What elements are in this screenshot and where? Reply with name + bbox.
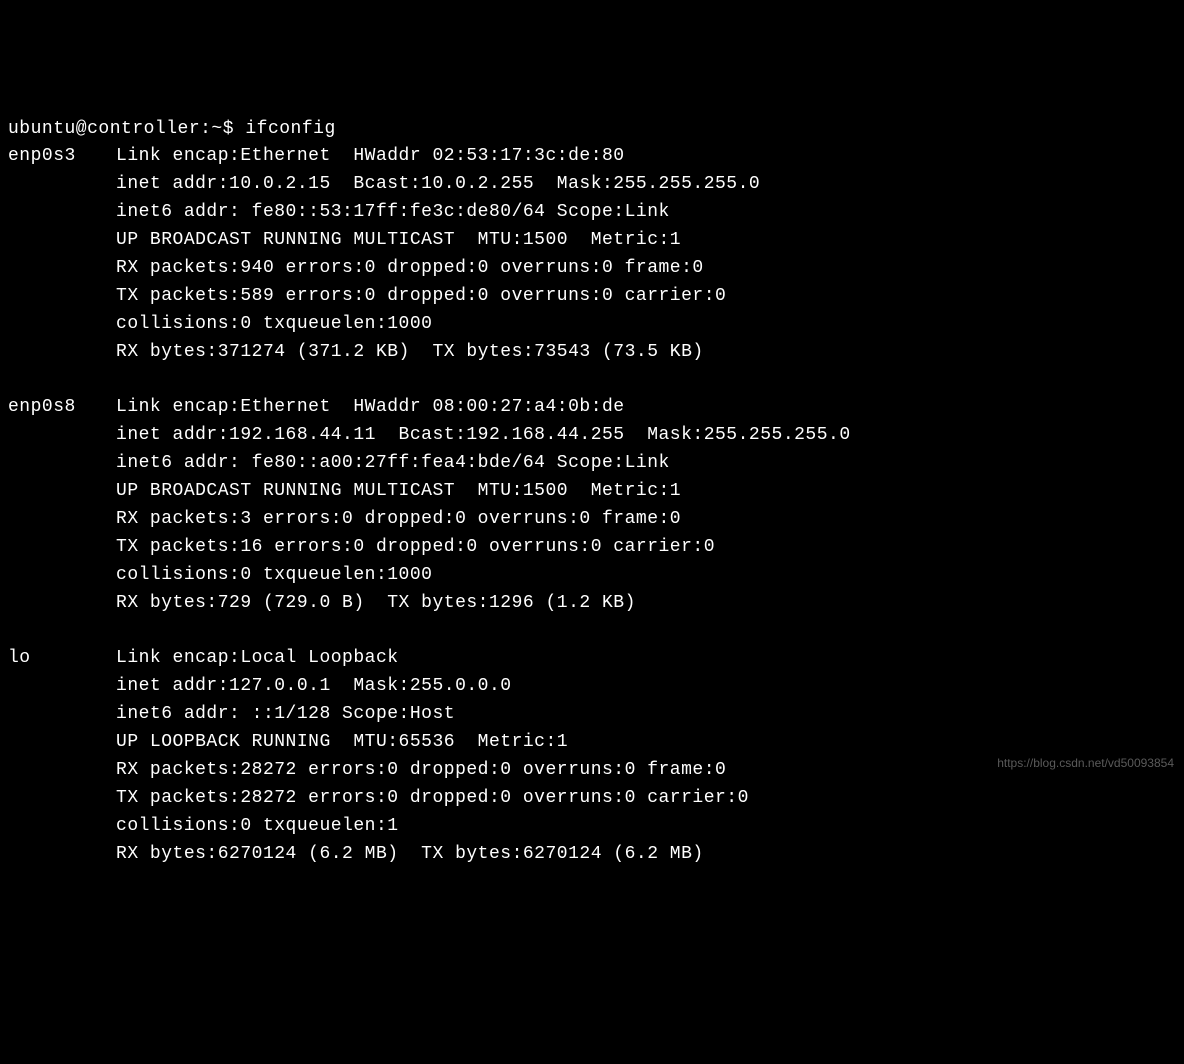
interface-detail: inet addr:127.0.0.1 Mask:255.0.0.0	[8, 673, 1176, 701]
shell-prompt: ubuntu@controller:~$	[8, 119, 245, 139]
interface-detail: UP LOOPBACK RUNNING MTU:65536 Metric:1	[8, 729, 1176, 757]
interface-detail: UP BROADCAST RUNNING MULTICAST MTU:1500 …	[8, 478, 1176, 506]
interface-detail: RX bytes:6270124 (6.2 MB) TX bytes:62701…	[8, 841, 1176, 869]
interface-name: enp0s8	[8, 394, 116, 422]
interface-detail: RX packets:3 errors:0 dropped:0 overruns…	[8, 506, 1176, 534]
interface-detail: UP BROADCAST RUNNING MULTICAST MTU:1500 …	[8, 227, 1176, 255]
interface-detail: Link encap:Local Loopback	[116, 648, 399, 668]
interface-block: enp0s3Link encap:Ethernet HWaddr 02:53:1…	[8, 143, 1176, 366]
interface-name: enp0s3	[8, 143, 116, 171]
interface-detail: RX bytes:371274 (371.2 KB) TX bytes:7354…	[8, 339, 1176, 367]
interface-block: enp0s8Link encap:Ethernet HWaddr 08:00:2…	[8, 394, 1176, 617]
interface-detail: inet6 addr: ::1/128 Scope:Host	[8, 701, 1176, 729]
interface-detail: RX packets:940 errors:0 dropped:0 overru…	[8, 255, 1176, 283]
interface-detail: Link encap:Ethernet HWaddr 08:00:27:a4:0…	[116, 397, 625, 417]
interface-detail: inet6 addr: fe80::53:17ff:fe3c:de80/64 S…	[8, 199, 1176, 227]
interface-name: lo	[8, 645, 116, 673]
interface-detail: inet addr:192.168.44.11 Bcast:192.168.44…	[8, 422, 1176, 450]
interface-detail: TX packets:28272 errors:0 dropped:0 over…	[8, 785, 1176, 813]
interface-detail: collisions:0 txqueuelen:1000	[8, 311, 1176, 339]
interface-detail: collisions:0 txqueuelen:1	[8, 813, 1176, 841]
interface-detail: inet6 addr: fe80::a00:27ff:fea4:bde/64 S…	[8, 450, 1176, 478]
interface-detail: TX packets:16 errors:0 dropped:0 overrun…	[8, 534, 1176, 562]
interface-detail: RX bytes:729 (729.0 B) TX bytes:1296 (1.…	[8, 590, 1176, 618]
interface-detail: collisions:0 txqueuelen:1000	[8, 562, 1176, 590]
watermark-text: https://blog.csdn.net/vd50093854	[997, 754, 1174, 773]
interface-detail: Link encap:Ethernet HWaddr 02:53:17:3c:d…	[116, 146, 625, 166]
interface-detail: TX packets:589 errors:0 dropped:0 overru…	[8, 283, 1176, 311]
interface-detail: inet addr:10.0.2.15 Bcast:10.0.2.255 Mas…	[8, 171, 1176, 199]
command-text: ifconfig	[245, 119, 335, 139]
